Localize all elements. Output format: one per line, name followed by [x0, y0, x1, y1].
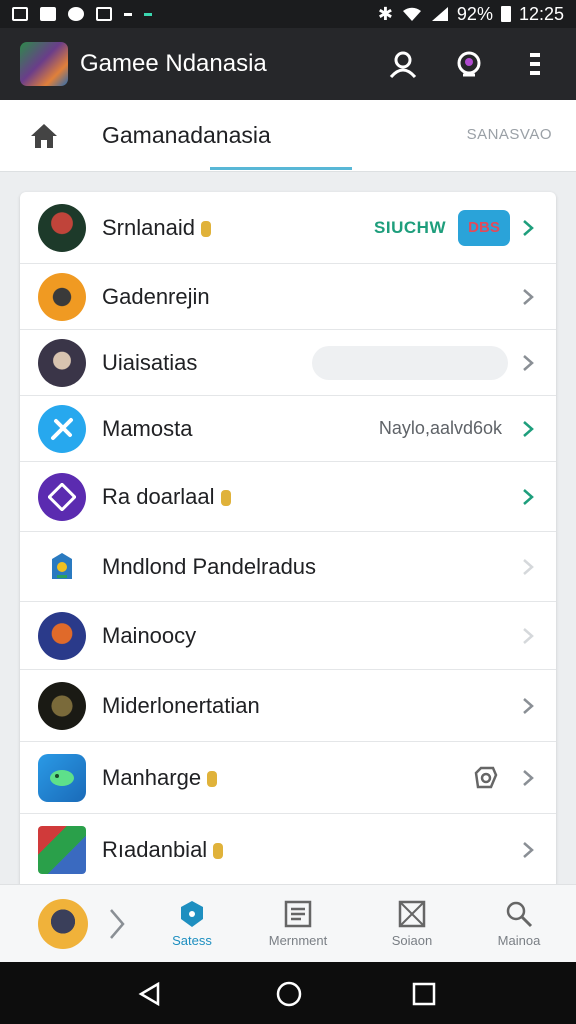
nav-label: Soiaon	[391, 933, 433, 948]
app-badge[interactable]: DBS	[458, 209, 510, 246]
list-item-meta: Naylo,aalvd6ok	[378, 418, 502, 438]
chevron-right-icon[interactable]	[518, 353, 538, 373]
chevron-right-icon[interactable]	[518, 218, 538, 238]
app-list: Srnlanaid SIUCHW DBS Gadenrejin Uiaisati…	[20, 192, 556, 892]
profile-avatar[interactable]	[38, 899, 88, 949]
app-logo[interactable]	[20, 42, 68, 86]
battery-icon	[500, 6, 511, 22]
nav-item-mernment[interactable]: Mernment	[253, 899, 343, 948]
nav-label: Satess	[172, 933, 212, 948]
avatar	[38, 681, 86, 730]
shield-icon	[181, 901, 203, 927]
more-vert-icon[interactable]	[520, 49, 550, 79]
progress-placeholder	[312, 345, 508, 380]
tab-secondary[interactable]: SANASVAO	[467, 126, 552, 143]
list-item[interactable]: Ra doarlaal	[20, 462, 556, 532]
verified-icon	[207, 770, 218, 787]
chevron-right-icon[interactable]	[104, 907, 130, 941]
chevron-right-icon[interactable]	[518, 287, 538, 307]
nav-item-mainoa[interactable]: Mainoa	[474, 899, 564, 948]
list-item[interactable]: Manharge	[20, 742, 556, 814]
recents-icon[interactable]	[410, 980, 438, 1008]
chevron-right-icon[interactable]	[518, 696, 538, 716]
chevron-right-icon[interactable]	[518, 768, 538, 788]
battery-percent: 92%	[456, 3, 493, 24]
list-item-label: Miderlonertatian	[102, 692, 260, 718]
list-item[interactable]: Uiaisatias	[20, 330, 556, 396]
camera-icon[interactable]	[472, 765, 498, 791]
home-icon[interactable]	[28, 120, 60, 152]
wifi-icon	[402, 7, 421, 21]
back-icon[interactable]	[136, 980, 164, 1008]
cassette-icon	[12, 7, 28, 21]
list-item[interactable]: Miderlonertatian	[20, 670, 556, 742]
chevron-right-icon[interactable]	[518, 840, 538, 860]
avatar	[38, 472, 86, 521]
nav-label: Mernment	[268, 933, 328, 948]
dash-icon	[124, 12, 132, 16]
list-item-label: Rıadanbial	[102, 837, 208, 862]
clipboard-icon	[96, 7, 112, 21]
avatar	[38, 542, 86, 591]
image-icon	[398, 900, 426, 928]
nav-label: Mainoa	[497, 933, 541, 948]
chevron-right-icon[interactable]	[518, 626, 538, 646]
download-icon	[144, 12, 152, 16]
newspaper-icon	[284, 900, 312, 928]
list-item[interactable]: Rıadanbial	[20, 814, 556, 886]
avatar	[38, 203, 86, 252]
avatar	[38, 404, 86, 453]
tab-header: Gamanadanasia SANASVAO	[0, 100, 576, 172]
chevron-right-icon[interactable]	[518, 557, 538, 577]
list-item-label: Srnlanaid	[102, 214, 195, 240]
verified-icon	[213, 843, 224, 859]
bookmark-icon	[40, 7, 56, 21]
app-title: Gamee Ndanasia	[80, 50, 267, 77]
list-item[interactable]: Gadenrejin	[20, 264, 556, 330]
profile-icon[interactable]	[388, 49, 418, 79]
status-badge: SIUCHW	[374, 217, 446, 237]
clock: 12:25	[518, 3, 564, 24]
system-nav-bar	[0, 962, 576, 1024]
list-item[interactable]: Srnlanaid SIUCHW DBS	[20, 192, 556, 264]
chevron-right-icon[interactable]	[518, 419, 538, 439]
shield-notify-icon	[68, 7, 84, 21]
avatar	[38, 611, 86, 660]
avatar	[38, 753, 86, 802]
list-item-label: Mndlond Pandelradus	[102, 553, 317, 579]
signal-icon	[431, 7, 448, 21]
list-item-label: Mainoocy	[102, 622, 197, 648]
list-item[interactable]: Mamosta Naylo,aalvd6ok	[20, 396, 556, 462]
list-item[interactable]: Mndlond Pandelradus	[20, 532, 556, 602]
tab-main[interactable]: Gamanadanasia	[102, 122, 271, 149]
bluetooth-icon: ✱	[377, 3, 393, 24]
list-item-label: Mamosta	[102, 415, 193, 441]
list-item[interactable]: Mainoocy	[20, 602, 556, 670]
bottom-nav: Satess Mernment Soiaon Mainoa	[0, 884, 576, 962]
list-item-label: Gadenrejin	[102, 283, 210, 309]
avatar	[38, 272, 86, 321]
list-item-label: Manharge	[102, 764, 202, 790]
list-item-label: Uiaisatias	[102, 349, 198, 375]
nav-item-satess[interactable]: Satess	[147, 899, 237, 948]
app-bar: Gamee Ndanasia	[0, 28, 576, 100]
nav-item-soiaon[interactable]: Soiaon	[367, 899, 457, 948]
search-icon	[506, 901, 533, 928]
status-bar: ✱ 92% 12:25	[0, 0, 576, 28]
tab-indicator	[210, 167, 352, 170]
avatar	[38, 338, 86, 387]
verified-icon	[220, 489, 231, 506]
list-item-label: Ra doarlaal	[102, 483, 215, 509]
chevron-right-icon[interactable]	[518, 487, 538, 507]
verified-icon	[200, 220, 211, 237]
avatar	[38, 826, 86, 874]
home-button-icon[interactable]	[275, 980, 303, 1008]
notification-icon[interactable]	[454, 49, 484, 79]
